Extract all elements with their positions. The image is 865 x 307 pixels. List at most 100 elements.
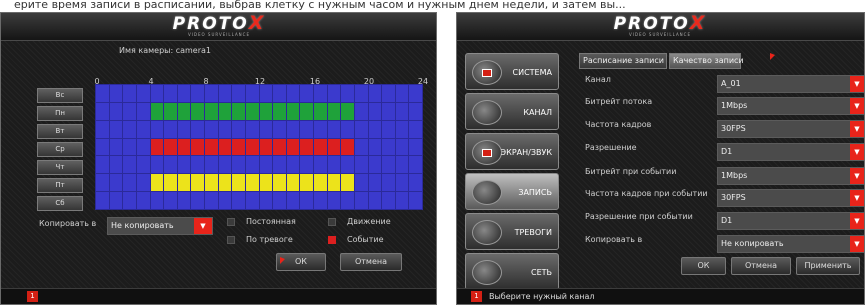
schedule-cell[interactable] [327,102,341,120]
schedule-cell[interactable] [286,156,300,174]
schedule-cell[interactable] [286,85,300,102]
schedule-cell[interactable] [245,138,259,156]
schedule-cell[interactable] [136,102,150,120]
schedule-cell[interactable] [164,192,177,209]
schedule-cell[interactable] [150,102,164,120]
schedule-cell[interactable] [300,156,313,174]
schedule-cell[interactable] [327,120,341,138]
schedule-cell[interactable] [177,174,191,192]
schedule-cell[interactable] [136,120,150,138]
schedule-cell[interactable] [177,102,191,120]
schedule-cell[interactable] [327,156,341,174]
schedule-cell[interactable] [96,138,109,156]
event-framerate-select[interactable]: 30FPS ▼ [717,189,864,207]
schedule-cell[interactable] [409,120,422,138]
schedule-cell[interactable] [232,156,245,174]
apply-button[interactable]: Применить [796,257,860,275]
schedule-cell[interactable] [300,120,313,138]
schedule-cell[interactable] [96,120,109,138]
schedule-cell[interactable] [341,156,354,174]
schedule-cell[interactable] [286,192,300,209]
schedule-cell[interactable] [245,85,259,102]
schedule-cell[interactable] [191,174,204,192]
schedule-cell[interactable] [273,102,286,120]
schedule-cell[interactable] [109,102,123,120]
schedule-cell[interactable] [368,192,382,209]
schedule-cell[interactable] [395,85,409,102]
schedule-cell[interactable] [395,102,409,120]
schedule-cell[interactable] [218,120,232,138]
schedule-cell[interactable] [273,85,286,102]
schedule-cell[interactable] [273,138,286,156]
copy-to-select[interactable]: Не копировать ▼ [717,235,864,253]
schedule-cell[interactable] [218,156,232,174]
schedule-cell[interactable] [191,192,204,209]
schedule-cell[interactable] [409,192,422,209]
schedule-cell[interactable] [259,102,273,120]
schedule-cell[interactable] [300,85,313,102]
menu-system[interactable]: СИСТЕМА [465,53,559,90]
schedule-cell[interactable] [205,120,218,138]
schedule-cell[interactable] [259,120,273,138]
schedule-cell[interactable] [136,174,150,192]
schedule-cell[interactable] [368,102,382,120]
day-button-mon[interactable]: Пн [37,106,83,121]
schedule-cell[interactable] [232,138,245,156]
day-button-sat[interactable]: Сб [37,196,83,211]
schedule-cell[interactable] [368,85,382,102]
cancel-button[interactable]: Отмена [731,257,791,275]
schedule-cell[interactable] [205,156,218,174]
schedule-cell[interactable] [395,174,409,192]
schedule-cell[interactable] [177,120,191,138]
schedule-cell[interactable] [341,192,354,209]
schedule-cell[interactable] [382,85,395,102]
schedule-cell[interactable] [109,138,123,156]
schedule-cell[interactable] [177,85,191,102]
schedule-cell[interactable] [273,120,286,138]
schedule-cell[interactable] [354,120,368,138]
schedule-cell[interactable] [136,192,150,209]
schedule-cell[interactable] [109,156,123,174]
copy-to-select[interactable]: Не копировать ▼ [107,217,213,235]
schedule-cell[interactable] [300,102,313,120]
schedule-cell[interactable] [245,192,259,209]
schedule-cell[interactable] [395,192,409,209]
schedule-cell[interactable] [150,85,164,102]
schedule-cell[interactable] [259,138,273,156]
schedule-grid[interactable] [95,84,423,210]
schedule-cell[interactable] [136,85,150,102]
resolution-select[interactable]: D1 ▼ [717,143,864,161]
schedule-cell[interactable] [164,156,177,174]
schedule-cell[interactable] [409,156,422,174]
schedule-cell[interactable] [164,174,177,192]
schedule-cell[interactable] [327,174,341,192]
day-button-tue[interactable]: Вт [37,124,83,139]
menu-alarms[interactable]: ТРЕВОГИ [465,213,559,250]
schedule-cell[interactable] [409,85,422,102]
schedule-cell[interactable] [123,192,136,209]
menu-network[interactable]: СЕТЬ [465,253,559,290]
schedule-cell[interactable] [232,192,245,209]
framerate-select[interactable]: 30FPS ▼ [717,120,864,138]
schedule-cell[interactable] [341,85,354,102]
schedule-cell[interactable] [354,85,368,102]
schedule-cell[interactable] [123,174,136,192]
schedule-cell[interactable] [109,192,123,209]
schedule-cell[interactable] [409,174,422,192]
schedule-cell[interactable] [123,102,136,120]
schedule-cell[interactable] [286,174,300,192]
schedule-cell[interactable] [368,120,382,138]
schedule-cell[interactable] [218,85,232,102]
schedule-cell[interactable] [368,174,382,192]
cancel-button[interactable]: Отмена [340,253,402,271]
schedule-cell[interactable] [273,192,286,209]
schedule-cell[interactable] [327,192,341,209]
schedule-cell[interactable] [245,174,259,192]
schedule-cell[interactable] [164,102,177,120]
schedule-cell[interactable] [218,192,232,209]
schedule-cell[interactable] [96,174,109,192]
schedule-cell[interactable] [205,192,218,209]
schedule-cell[interactable] [96,85,109,102]
schedule-cell[interactable] [368,138,382,156]
schedule-cell[interactable] [300,138,313,156]
